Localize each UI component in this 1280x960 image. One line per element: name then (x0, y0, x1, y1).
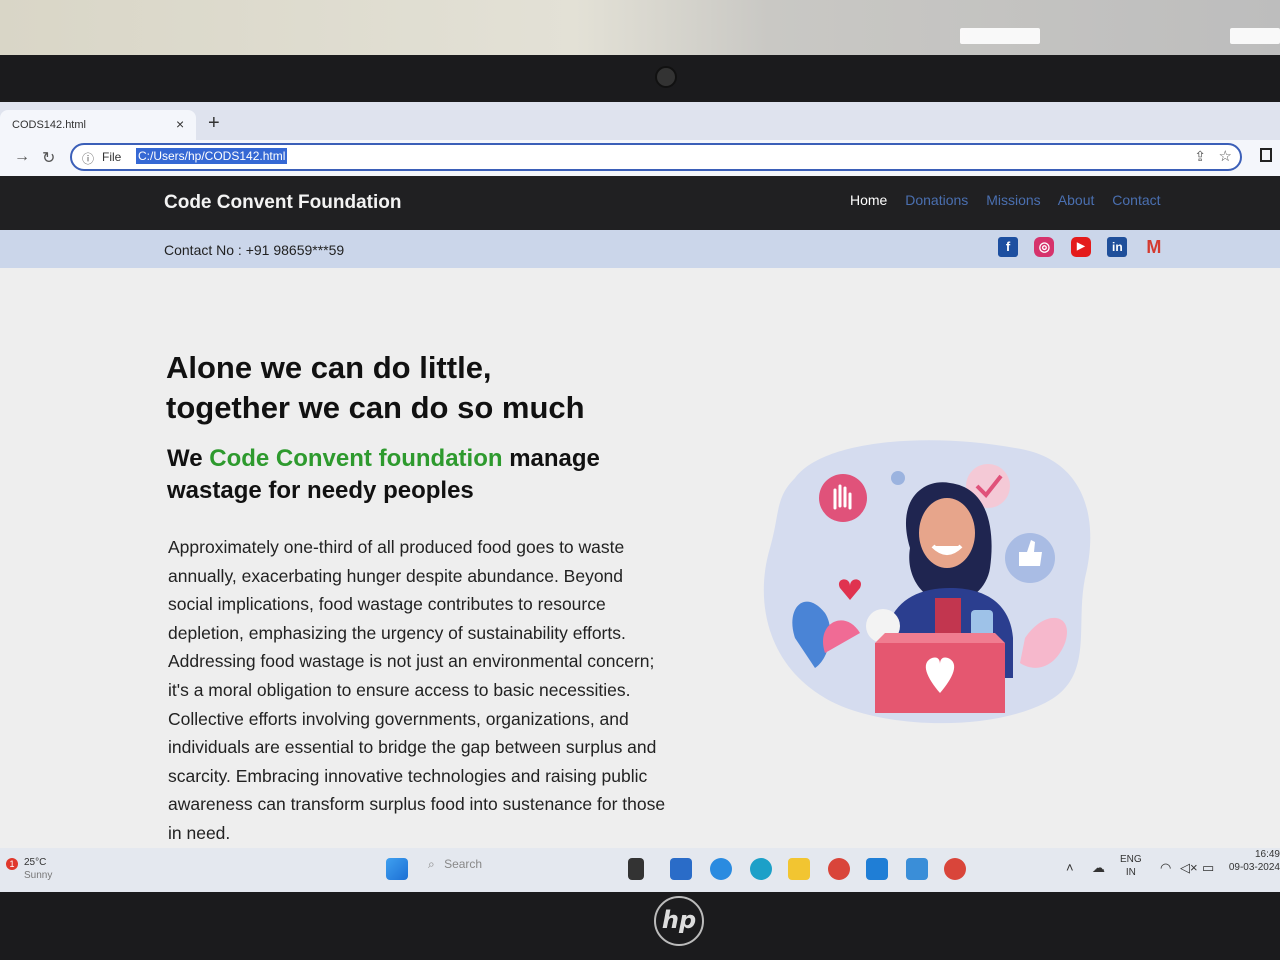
onedrive-icon[interactable] (710, 858, 732, 880)
headline-line-1: Alone we can do little, (166, 350, 492, 385)
nav-donations[interactable]: Donations (905, 192, 968, 208)
contact-number: Contact No : +91 98659***59 (164, 242, 345, 258)
info-icon[interactable]: ⓘ (82, 150, 94, 167)
clock-date: 09-03-2024 (1228, 862, 1280, 873)
hero-subheading: We Code Convent foundation manage wastag… (167, 443, 687, 507)
hero-headline: Alone we can do little, together we can … (166, 348, 686, 428)
browser-tab[interactable]: CODS142.html × (0, 110, 196, 140)
nav-home[interactable]: Home (850, 192, 887, 208)
facebook-icon[interactable]: f (998, 237, 1018, 257)
webcam (655, 66, 677, 88)
search-icon: ⌕ (428, 857, 435, 871)
clock-time: 16:49 (1254, 849, 1280, 860)
new-tab-button[interactable]: + (208, 112, 220, 135)
youtube-icon[interactable]: ▶ (1070, 237, 1091, 257)
volume-muted-icon[interactable]: ◁× (1180, 860, 1198, 876)
language-indicator[interactable]: ENG IN (1120, 853, 1142, 879)
linkedin-icon[interactable]: in (1107, 237, 1128, 257)
volunteer-illustration (763, 440, 1091, 724)
site-header: Code Convent Foundation Home Donations M… (0, 176, 1280, 230)
tray-chevron-icon[interactable]: ˄ (1066, 860, 1074, 875)
system-clock[interactable]: 16:49 09-03-2024 (1226, 848, 1280, 874)
store-icon[interactable] (670, 858, 692, 880)
tab-title: CODS142.html (12, 119, 86, 131)
side-panel-icon[interactable] (1260, 148, 1272, 162)
office-background (0, 0, 1280, 60)
forward-icon[interactable]: → (14, 148, 30, 166)
nav-about[interactable]: About (1058, 192, 1095, 208)
nav-missions[interactable]: Missions (986, 192, 1040, 208)
lang-code: ENG (1120, 854, 1142, 865)
temperature: 25°C (24, 857, 47, 868)
task-view-icon[interactable] (628, 858, 644, 880)
cloud-icon[interactable]: ☁ (1092, 860, 1105, 876)
file-label: File (102, 150, 122, 164)
site-brand[interactable]: Code Convent Foundation (164, 192, 401, 214)
gmail-icon[interactable]: M (1144, 237, 1164, 257)
ceiling-light (960, 28, 1040, 44)
windows-start-icon[interactable] (386, 858, 408, 880)
sub-before: We (167, 445, 210, 472)
wifi-icon[interactable]: ◠ (1160, 860, 1171, 876)
chrome-active-icon[interactable] (944, 858, 966, 880)
battery-icon[interactable]: ▭ (1202, 860, 1214, 876)
lang-region: IN (1125, 867, 1136, 878)
notification-badge: 1 (6, 858, 18, 870)
contact-bar: Contact No : +91 98659***59 f ◎ ▶ in M (0, 230, 1280, 268)
close-tab-icon[interactable]: × (176, 116, 184, 132)
raised-hand-icon (819, 474, 867, 522)
photos-icon[interactable] (906, 858, 928, 880)
edge-icon[interactable] (750, 858, 772, 880)
ceiling-light (1230, 28, 1280, 44)
social-links: f ◎ ▶ in M (998, 237, 1176, 257)
reload-icon[interactable]: ↻ (42, 148, 55, 168)
laptop-screen: CODS142.html × + → ↻ ⓘ File C:/Users/hp/… (0, 102, 1280, 892)
hero-section: Alone we can do little, together we can … (0, 268, 1280, 848)
taskbar-search[interactable]: ⌕ Search (428, 857, 558, 883)
nav-contact[interactable]: Contact (1112, 192, 1160, 208)
browser-toolbar: → ↻ ⓘ File C:/Users/hp/CODS142.html ⇪ ☆ (0, 140, 1280, 176)
hp-logo-icon: hp (654, 896, 704, 946)
foundation-highlight: Code Convent foundation (209, 445, 503, 472)
windows-taskbar: 1 25°C Sunny ⌕ Search ˄ ☁ ENG IN ◠ ◁× ▭ … (0, 848, 1280, 892)
search-placeholder: Search (444, 857, 483, 871)
url-text[interactable]: C:/Users/hp/CODS142.html (136, 148, 288, 164)
weather-widget[interactable]: 1 25°C Sunny (6, 856, 53, 882)
browser-tab-bar: CODS142.html × + (0, 102, 1280, 140)
hero-paragraph: Approximately one-third of all produced … (168, 537, 666, 843)
weather-condition: Sunny (24, 870, 53, 881)
headline-line-2: together we can do so much (166, 390, 585, 425)
site-nav: Home Donations Missions About Contact (850, 192, 1175, 208)
address-bar[interactable]: ⓘ File C:/Users/hp/CODS142.html ⇪ ☆ (70, 143, 1242, 171)
bookmark-star-icon[interactable]: ☆ (1219, 147, 1232, 165)
file-explorer-icon[interactable] (788, 858, 810, 880)
instagram-icon[interactable]: ◎ (1034, 237, 1055, 257)
vscode-icon[interactable] (866, 858, 888, 880)
chrome-icon[interactable] (828, 858, 850, 880)
share-icon[interactable]: ⇪ (1194, 148, 1206, 165)
